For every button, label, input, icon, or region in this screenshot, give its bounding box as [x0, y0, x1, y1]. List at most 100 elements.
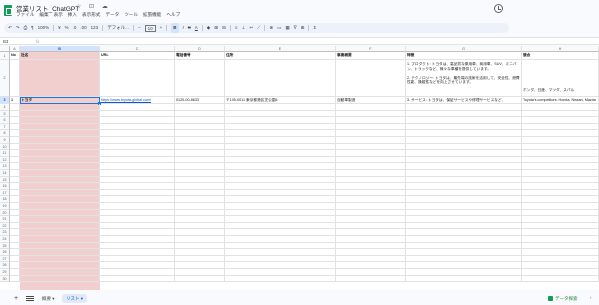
row-header[interactable]: 24 — [0, 236, 10, 243]
table-cell[interactable] — [336, 117, 406, 124]
italic-button[interactable]: I — [183, 23, 184, 33]
table-cell[interactable] — [336, 242, 406, 250]
table-cell[interactable] — [336, 110, 406, 118]
strikethrough-button[interactable]: S — [188, 23, 191, 33]
table-cell[interactable] — [336, 150, 406, 157]
table-cell[interactable] — [175, 163, 225, 170]
table-cell[interactable] — [336, 229, 406, 236]
table-cell[interactable] — [336, 249, 406, 256]
table-cell[interactable] — [100, 203, 175, 210]
table-cell[interactable] — [100, 156, 175, 164]
table-cell[interactable] — [175, 262, 225, 269]
table-cell[interactable] — [20, 236, 100, 243]
merge-cells-icon[interactable]: ⊟ — [222, 23, 226, 33]
table-cell[interactable] — [336, 189, 406, 197]
table-cell[interactable] — [175, 229, 225, 236]
print-icon[interactable]: ⎙ — [24, 23, 28, 33]
table-cell[interactable] — [522, 176, 599, 184]
table-cell[interactable] — [225, 156, 336, 164]
table-cell[interactable] — [175, 150, 225, 157]
table-cell[interactable] — [175, 143, 225, 151]
table-cell[interactable] — [20, 189, 100, 197]
increase-decimal-icon[interactable]: .00 — [80, 23, 86, 33]
menu-view[interactable]: 表示 — [54, 12, 63, 18]
table-cell[interactable] — [100, 60, 175, 97]
table-cell[interactable] — [20, 255, 100, 263]
table-cell[interactable] — [522, 222, 599, 230]
table-cell[interactable] — [406, 262, 522, 269]
text-rotation-icon[interactable]: ⟋ — [257, 23, 260, 33]
table-cell[interactable] — [522, 156, 599, 164]
text-color-button[interactable]: A — [195, 23, 198, 33]
table-cell[interactable] — [225, 275, 336, 283]
row-header[interactable]: 26 — [0, 249, 10, 256]
competitors-cell[interactable]: ホンダ、日産、マツダ、スバル — [522, 60, 599, 97]
table-cell[interactable] — [20, 123, 100, 131]
table-cell[interactable] — [175, 242, 225, 250]
table-cell[interactable] — [336, 156, 406, 164]
table-cell[interactable] — [175, 176, 225, 184]
table-cell[interactable] — [20, 163, 100, 170]
row-header[interactable]: 2 — [0, 60, 10, 97]
table-cell[interactable] — [20, 150, 100, 157]
vertical-align-icon[interactable]: ⊥ — [241, 23, 245, 33]
table-cell[interactable] — [10, 117, 20, 124]
table-cell[interactable] — [406, 242, 522, 250]
row-header[interactable]: 25 — [0, 242, 10, 250]
currency-icon[interactable]: ¥ — [58, 23, 61, 33]
table-cell-features[interactable]: 3. サービス: トヨタは、保証サービスや修理サービスなど、 — [406, 97, 522, 104]
table-cell[interactable] — [100, 183, 175, 190]
table-cell[interactable] — [10, 229, 20, 236]
table-cell[interactable] — [100, 123, 175, 131]
table-cell[interactable] — [10, 269, 20, 276]
table-cell[interactable] — [175, 123, 225, 131]
table-cell[interactable] — [406, 269, 522, 276]
table-cell[interactable] — [20, 249, 100, 256]
bold-button[interactable]: B — [171, 23, 179, 33]
table-cell[interactable] — [336, 183, 406, 190]
table-cell[interactable] — [175, 222, 225, 230]
table-cell[interactable] — [100, 189, 175, 197]
row-header[interactable]: 22 — [0, 222, 10, 230]
table-cell[interactable] — [406, 130, 522, 137]
table-cell[interactable] — [522, 236, 599, 243]
table-cell[interactable] — [522, 249, 599, 256]
table-cell[interactable] — [336, 130, 406, 137]
table-cell[interactable] — [20, 170, 100, 177]
undo-icon[interactable]: ↶ — [8, 23, 12, 33]
font-size-input[interactable]: 10 — [144, 24, 156, 32]
table-cell[interactable] — [522, 130, 599, 137]
table-cell[interactable] — [225, 216, 336, 223]
menu-tools[interactable]: ツール — [124, 12, 138, 18]
table-cell[interactable] — [100, 176, 175, 184]
table-cell[interactable] — [20, 216, 100, 223]
table-cell[interactable] — [336, 209, 406, 217]
table-cell[interactable] — [10, 170, 20, 177]
redo-icon[interactable]: ↷ — [16, 23, 20, 33]
table-cell[interactable] — [522, 183, 599, 190]
row-header[interactable]: 10 — [0, 143, 10, 151]
table-cell[interactable] — [522, 269, 599, 276]
table-cell[interactable] — [225, 203, 336, 210]
table-cell[interactable] — [522, 123, 599, 131]
table-cell[interactable] — [100, 130, 175, 137]
table-cell[interactable] — [522, 117, 599, 124]
borders-icon[interactable]: ⊞ — [214, 23, 218, 33]
table-cell[interactable] — [225, 143, 336, 151]
table-cell[interactable] — [10, 216, 20, 223]
table-cell[interactable] — [336, 137, 406, 144]
table-cell[interactable] — [10, 60, 20, 97]
table-cell[interactable] — [406, 170, 522, 177]
table-cell[interactable] — [225, 163, 336, 170]
horizontal-align-icon[interactable]: ≡ — [235, 23, 238, 33]
add-sheet-button[interactable]: + — [14, 295, 18, 302]
table-cell[interactable] — [225, 189, 336, 197]
table-cell[interactable] — [522, 170, 599, 177]
table-cell[interactable] — [10, 209, 20, 217]
table-cell[interactable] — [20, 183, 100, 190]
menu-data[interactable]: データ — [105, 12, 119, 18]
table-cell[interactable] — [10, 189, 20, 197]
table-cell[interactable] — [20, 196, 100, 203]
table-cell[interactable] — [10, 196, 20, 203]
table-cell[interactable] — [100, 222, 175, 230]
